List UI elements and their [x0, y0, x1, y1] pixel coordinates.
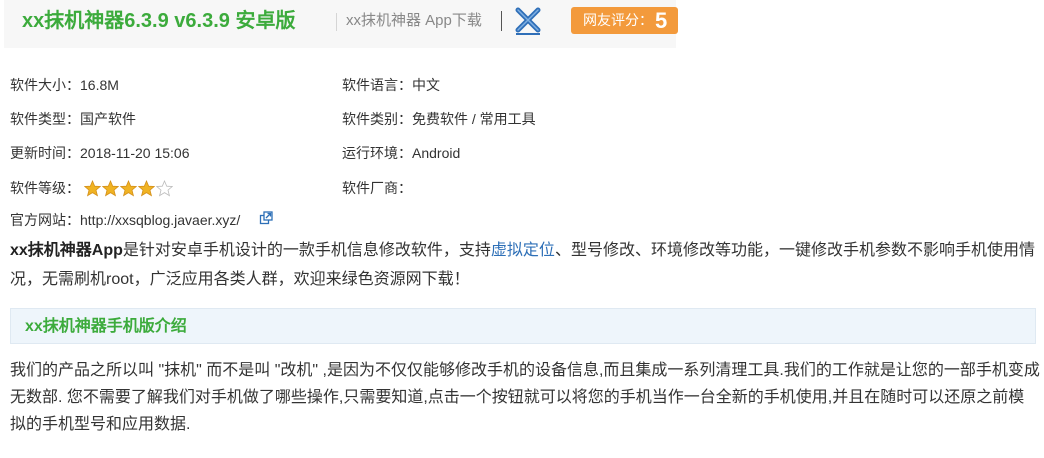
rating-value: 5: [655, 8, 668, 33]
intro-paragraph: 我们的产品之所以叫 "抹机" 而不是叫 "改机" ,是因为不仅仅能够修改手机的设…: [10, 362, 1040, 433]
level-label: 软件等级：: [10, 180, 80, 196]
star-rating: [84, 180, 173, 198]
vendor-label: 软件厂商：: [342, 180, 412, 196]
star-filled-icon: [120, 180, 137, 197]
category-label: 软件类别：: [342, 111, 412, 127]
header-bar: xx抹机神器6.3.9 v6.3.9 安卓版 xx抹机神器 App下载 网友评分…: [4, 0, 678, 48]
updated-label: 更新时间：: [10, 145, 80, 161]
app-download-subtitle: xx抹机神器 App下载: [346, 12, 482, 29]
star-empty-icon: [156, 180, 173, 197]
star-filled-icon: [84, 180, 101, 197]
language-value: 中文: [412, 77, 440, 93]
x-icon[interactable]: [514, 6, 542, 36]
type-value: 国产软件: [80, 111, 136, 127]
language-label: 软件语言：: [342, 77, 412, 93]
site-label: 官方网站：: [10, 212, 80, 228]
updated-value: 2018-11-20 15:06: [80, 145, 190, 161]
info-size: 软件大小：16.8M: [10, 76, 119, 94]
info-type: 软件类型：国产软件: [10, 110, 136, 128]
title-separator: [336, 13, 337, 31]
env-label: 运行环境：: [342, 145, 412, 161]
info-vendor: 软件厂商：: [342, 179, 412, 197]
section-header: xx抹机神器手机版介绍: [10, 308, 1036, 344]
star-filled-icon: [138, 180, 155, 197]
size-value: 16.8M: [80, 77, 119, 93]
virtual-location-link[interactable]: 虚拟定位: [491, 242, 555, 259]
text-caret: [501, 11, 502, 31]
info-environment: 运行环境：Android: [342, 144, 460, 162]
env-value: Android: [412, 145, 461, 161]
app-description: xx抹机神器App是针对安卓手机设计的一款手机信息修改软件，支持虚拟定位、型号修…: [10, 236, 1040, 294]
info-level: 软件等级：: [10, 179, 80, 197]
category-value: 免费软件 / 常用工具: [412, 111, 536, 127]
rating-badge: 网友评分： 5: [571, 7, 678, 34]
info-updated: 更新时间：2018-11-20 15:06: [10, 144, 190, 162]
external-link-icon[interactable]: [259, 211, 273, 225]
info-website: 官方网站：http://xxsqblog.javaer.xyz/: [10, 211, 240, 229]
info-category: 软件类别：免费软件 / 常用工具: [342, 110, 536, 128]
size-label: 软件大小：: [10, 77, 80, 93]
section-title: xx抹机神器手机版介绍: [25, 318, 187, 335]
page-title: xx抹机神器6.3.9 v6.3.9 安卓版: [22, 10, 296, 32]
info-language: 软件语言：中文: [342, 76, 440, 94]
app-name-bold: xx抹机神器App: [10, 242, 123, 259]
rating-label: 网友评分：: [583, 12, 653, 28]
desc-text-1: 是针对安卓手机设计的一款手机信息修改软件，支持: [122, 242, 491, 259]
star-filled-icon: [102, 180, 119, 197]
type-label: 软件类型：: [10, 111, 80, 127]
site-link[interactable]: http://xxsqblog.javaer.xyz/: [80, 212, 240, 228]
